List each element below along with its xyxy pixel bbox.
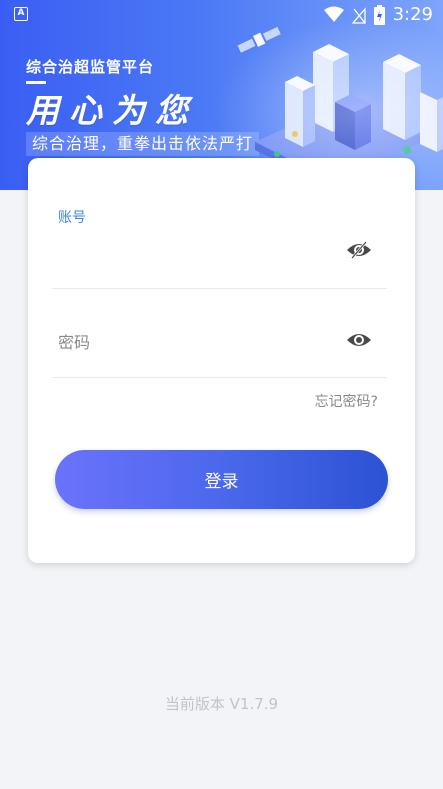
eye-icon[interactable] [346,330,372,350]
banner-subtitle: 综合治理，重拳出击依法严打 [26,132,260,156]
signal-icon [351,6,366,24]
wifi-icon [323,6,344,22]
banner-slogan: 用心为您 [26,81,198,132]
battery-charging-icon [373,4,385,25]
app-title: 综合治超监管平台 [26,58,155,76]
password-divider [52,377,387,378]
password-input[interactable]: 密码 [58,329,90,353]
status-time: 3:29 [392,4,433,25]
username-input[interactable] [52,230,332,280]
version-text: 当前版本 V1.7.9 [164,695,279,713]
app-indicator-icon: A [14,7,28,21]
username-divider [52,288,387,289]
status-bar: A 3:29 [0,0,443,30]
login-button[interactable]: 登录 [55,450,388,509]
eye-off-icon[interactable] [346,240,372,260]
username-label: 账号 [58,210,86,226]
login-card: 账号 密码 忘记密码? 登录 [28,158,415,563]
forgot-password-link[interactable]: 忘记密码? [315,391,378,411]
